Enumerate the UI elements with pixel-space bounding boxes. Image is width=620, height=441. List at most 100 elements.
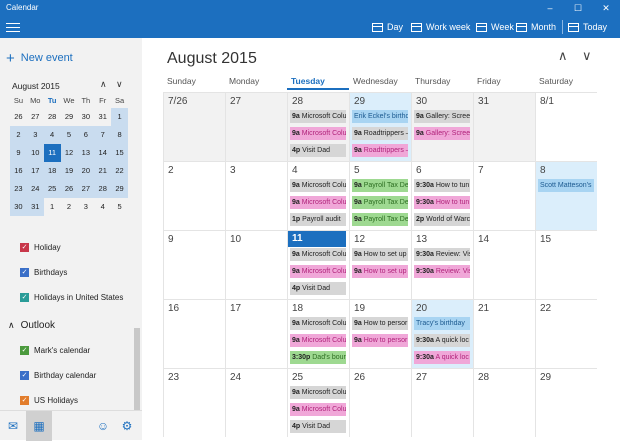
day-cell[interactable]: 30 9a Gallery: Screer 9a Gallery: Screer (411, 92, 473, 161)
day-cell[interactable]: 12 9a How to set up 9a How to set up (349, 230, 411, 299)
calendar-event[interactable]: 9a Payroll Tax Dep (352, 179, 408, 192)
checkbox-icon[interactable]: ✓ (20, 293, 29, 302)
mini-day[interactable]: 26 (10, 108, 27, 126)
day-cell[interactable]: 18 9a Microsoft Colu 9a Microsoft Colu 3:30… (287, 299, 349, 368)
calendar-toggle[interactable]: ✓ Holidays in United States (20, 293, 123, 302)
calendar-event[interactable]: Tracy's birthday (414, 317, 470, 330)
calendar-toggle[interactable]: ✓ Holiday (20, 243, 61, 252)
mini-day[interactable]: 4 (43, 126, 61, 144)
chevron-down-icon[interactable]: ∨ (116, 79, 123, 90)
day-cell[interactable]: 23 (163, 368, 225, 437)
mini-day[interactable]: 21 (94, 162, 112, 180)
calendar-event[interactable]: 9a How to persor (352, 334, 408, 347)
day-cell[interactable]: 16 (163, 299, 225, 368)
calendar-event[interactable]: 2p World of Warc (414, 213, 470, 226)
calendar-toggle[interactable]: ✓ Birthdays (20, 268, 67, 277)
maximize-button[interactable]: ☐ (564, 0, 592, 16)
day-cell[interactable]: 4 9a Microsoft Colu 9a Microsoft Colu 1p Pa… (287, 161, 349, 230)
mini-day[interactable]: 1 (111, 108, 128, 126)
calendar-event[interactable]: 9a Microsoft Colu (290, 248, 346, 261)
calendar-event[interactable]: 9a Payroll Tax Dep (352, 196, 408, 209)
mini-day[interactable]: 18 (43, 162, 61, 180)
today-button[interactable]: Today (568, 16, 607, 38)
mini-day[interactable]: 5 (60, 126, 78, 144)
mini-day[interactable]: 6 (77, 126, 95, 144)
mini-day[interactable]: 3 (77, 198, 94, 216)
calendar-event[interactable]: 3:30p Dad's bour (290, 351, 346, 364)
day-cell[interactable]: 31 (473, 92, 535, 161)
day-cell[interactable]: 2 (163, 161, 225, 230)
day-cell[interactable]: 25 9a Microsoft Colu 9a Microsoft Colu 4p V… (287, 368, 349, 437)
mini-day[interactable]: 29 (61, 108, 78, 126)
day-cell[interactable]: 17 (225, 299, 287, 368)
mini-day[interactable]: 5 (111, 198, 128, 216)
new-event-button[interactable]: + New event (6, 51, 73, 66)
day-cell[interactable]: 9 (163, 230, 225, 299)
mini-day[interactable]: 16 (10, 162, 27, 180)
minimize-button[interactable]: – (536, 0, 564, 16)
calendar-event[interactable]: 1p Payroll audit (290, 213, 346, 226)
mail-icon[interactable]: ✉ (0, 411, 26, 441)
day-cell[interactable]: 21 (473, 299, 535, 368)
day-cell[interactable]: 7 (473, 161, 535, 230)
mini-day[interactable]: 14 (94, 144, 112, 162)
work-week-view-button[interactable]: Work week (411, 16, 470, 38)
calendar-event[interactable]: 9a Roadtrippers – (352, 127, 408, 140)
calendar-toggle[interactable]: ✓ Birthday calendar (20, 371, 96, 380)
mini-day[interactable]: 2 (61, 198, 78, 216)
week-view-button[interactable]: Week (476, 16, 514, 38)
mini-day[interactable]: 26 (60, 180, 78, 198)
calendar-icon[interactable]: ▦ (26, 411, 52, 441)
checkbox-icon[interactable]: ✓ (20, 396, 29, 405)
calendar-event[interactable]: 9a How to set up (352, 248, 408, 261)
calendar-event[interactable]: Scott Matteson's I (538, 179, 594, 192)
mini-day[interactable]: 8 (111, 126, 128, 144)
mini-day[interactable]: 10 (26, 144, 44, 162)
day-cell[interactable]: 22 (535, 299, 597, 368)
calendar-toggle[interactable]: ✓ US Holidays (20, 396, 78, 405)
calendar-event[interactable]: 9a Microsoft Colu (290, 127, 346, 140)
day-cell[interactable]: 15 (535, 230, 597, 299)
calendar-event[interactable]: 9a Gallery: Screer (414, 127, 470, 140)
mini-day[interactable]: 9 (10, 144, 27, 162)
chevron-up-icon[interactable]: ∧ (100, 79, 107, 90)
next-month-icon[interactable]: ∨ (582, 48, 592, 64)
checkbox-icon[interactable]: ✓ (20, 243, 29, 252)
outlook-account-header[interactable]: ∧ Outlook (8, 320, 55, 331)
calendar-event[interactable]: 9a Roadtrippers – (352, 144, 408, 157)
calendar-event[interactable]: 9:30a A quick loc (414, 334, 470, 347)
day-cell[interactable]: 10 (225, 230, 287, 299)
mini-day[interactable]: 4 (94, 198, 111, 216)
day-cell[interactable]: 5 9a Payroll Tax Dep 9a Payroll Tax Dep 9a … (349, 161, 411, 230)
calendar-event[interactable]: 9a How to persor (352, 317, 408, 330)
mini-day[interactable]: 30 (77, 108, 94, 126)
day-cell[interactable]: 24 (225, 368, 287, 437)
day-view-button[interactable]: Day (372, 16, 403, 38)
calendar-event[interactable]: 4p Visit Dad (290, 144, 346, 157)
mini-day[interactable]: 27 (27, 108, 44, 126)
calendar-event[interactable]: 9:30a A quick loc (414, 351, 470, 364)
calendar-event[interactable]: 9a Microsoft Colu (290, 265, 346, 278)
mini-day[interactable]: 19 (60, 162, 78, 180)
day-cell[interactable]: 26 (349, 368, 411, 437)
mini-day[interactable]: 24 (26, 180, 44, 198)
mini-day[interactable]: 22 (111, 162, 128, 180)
day-cell[interactable]: 27 (225, 92, 287, 161)
mini-day[interactable]: 1 (44, 198, 61, 216)
mini-day[interactable]: 12 (60, 144, 78, 162)
mini-day[interactable]: 3 (26, 126, 44, 144)
day-cell[interactable]: 8/1 (535, 92, 597, 161)
mini-day[interactable]: 7 (94, 126, 112, 144)
day-cell[interactable]: 11 9a Microsoft Colu 9a Microsoft Colu 4p V… (287, 230, 349, 299)
settings-gear-icon[interactable]: ⚙ (114, 411, 140, 441)
day-cell[interactable]: 28 (473, 368, 535, 437)
mini-day[interactable]: 27 (77, 180, 95, 198)
calendar-event[interactable]: 9a Payroll Tax Dep (352, 213, 408, 226)
calendar-event[interactable]: 9a Microsoft Colu (290, 317, 346, 330)
calendar-event[interactable]: 9:30a Review: Vis (414, 248, 470, 261)
checkbox-icon[interactable]: ✓ (20, 346, 29, 355)
calendar-event[interactable]: 9a Microsoft Colu (290, 196, 346, 209)
mini-day[interactable]: 28 (44, 108, 61, 126)
previous-month-icon[interactable]: ∧ (558, 48, 568, 64)
day-cell[interactable]: 3 (225, 161, 287, 230)
